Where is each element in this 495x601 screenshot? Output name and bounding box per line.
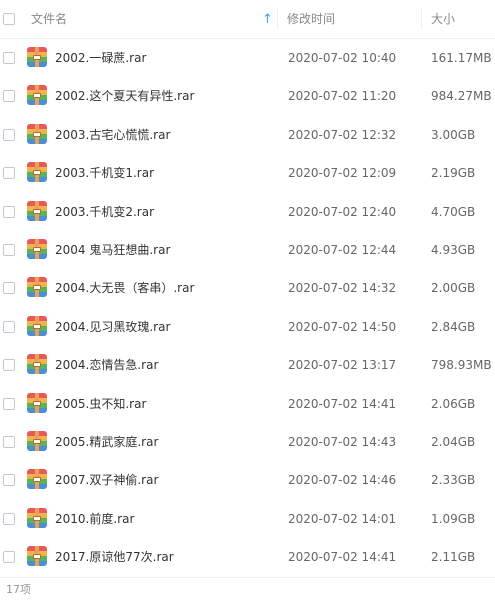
file-modified-date: 2020-07-02 14:46: [288, 473, 397, 488]
select-all-checkbox[interactable]: [3, 13, 15, 25]
file-row[interactable]: 2007.双子神偷.rar 2020-07-02 14:46 2.33GB: [0, 461, 495, 499]
file-name[interactable]: 2003.古宅心慌慌.rar: [55, 116, 170, 154]
row-checkbox[interactable]: [3, 128, 15, 141]
file-modified-date: 2020-07-02 13:17: [288, 358, 397, 373]
file-row[interactable]: 2010.前度.rar 2020-07-02 14:01 1.09GB: [0, 500, 495, 538]
file-row[interactable]: 2002.一碌蔗.rar 2020-07-02 10:40 161.17MB: [0, 39, 495, 77]
row-checkbox[interactable]: [3, 551, 15, 564]
rar-archive-icon: [27, 123, 47, 144]
file-modified-date: 2020-07-02 14:01: [288, 511, 397, 526]
file-size: 984.27MB: [431, 89, 492, 104]
file-modified-date: 2020-07-02 14:43: [288, 434, 397, 449]
column-header-name[interactable]: 文件名: [31, 0, 67, 38]
row-checkbox[interactable]: [3, 52, 15, 64]
file-name[interactable]: 2004.恋情告急.rar: [55, 346, 158, 384]
file-row[interactable]: 2004.恋情告急.rar 2020-07-02 13:17 798.93MB: [0, 346, 495, 384]
file-modified-date: 2020-07-02 10:40: [288, 51, 397, 65]
sort-ascending-icon[interactable]: ↑: [262, 12, 273, 27]
file-name[interactable]: 2005.精武家庭.rar: [55, 423, 158, 461]
file-size: 3.00GB: [431, 127, 476, 142]
rar-archive-icon: [27, 277, 47, 298]
file-modified-date: 2020-07-02 14:32: [288, 281, 397, 296]
file-size: 4.93GB: [431, 242, 476, 257]
rar-archive-icon: [27, 469, 47, 490]
file-modified-date: 2020-07-02 12:09: [288, 166, 397, 181]
file-modified-date: 2020-07-02 14:41: [288, 550, 397, 565]
file-size: 161.17MB: [431, 51, 492, 65]
row-checkbox[interactable]: [3, 474, 15, 487]
file-row[interactable]: 2004 鬼马狂想曲.rar 2020-07-02 12:44 4.93GB: [0, 231, 495, 269]
file-size: 2.00GB: [431, 281, 476, 296]
file-row[interactable]: 2004.见习黑玫瑰.rar 2020-07-02 14:50 2.84GB: [0, 308, 495, 346]
rar-archive-icon: [27, 430, 47, 451]
row-checkbox[interactable]: [3, 167, 15, 180]
file-row[interactable]: 2003.千机变1.rar 2020-07-02 12:09 2.19GB: [0, 154, 495, 192]
row-checkbox[interactable]: [3, 397, 15, 410]
file-row[interactable]: 2005.虫不知.rar 2020-07-02 14:41 2.06GB: [0, 385, 495, 423]
file-size: 2.06GB: [431, 396, 476, 411]
rar-archive-icon: [27, 47, 47, 67]
file-name[interactable]: 2017.原谅他77次.rar: [55, 538, 174, 576]
file-modified-date: 2020-07-02 14:41: [288, 396, 397, 411]
file-name[interactable]: 2007.双子神偷.rar: [55, 461, 158, 499]
file-modified-date: 2020-07-02 12:44: [288, 242, 397, 257]
file-modified-date: 2020-07-02 12:32: [288, 127, 397, 142]
file-row[interactable]: 2017.原谅他77次.rar 2020-07-02 14:41 2.11GB: [0, 538, 495, 576]
file-size: 2.11GB: [431, 550, 476, 565]
file-row[interactable]: 2003.古宅心慌慌.rar 2020-07-02 12:32 3.00GB: [0, 116, 495, 154]
file-row[interactable]: 2004.大无畏（客串）.rar 2020-07-02 14:32 2.00GB: [0, 269, 495, 307]
file-size: 2.33GB: [431, 473, 476, 488]
rar-archive-icon: [27, 162, 47, 183]
row-checkbox[interactable]: [3, 359, 15, 372]
rar-archive-icon: [27, 238, 47, 259]
file-name[interactable]: 2003.千机变2.rar: [55, 193, 154, 231]
rar-archive-icon: [27, 200, 47, 221]
file-list: 2002.一碌蔗.rar 2020-07-02 10:40 161.17MB 2002…: [0, 39, 495, 576]
row-checkbox[interactable]: [3, 435, 15, 448]
file-name[interactable]: 2010.前度.rar: [55, 500, 134, 538]
column-divider: [277, 8, 278, 30]
file-size: 2.19GB: [431, 166, 476, 181]
file-name[interactable]: 2002.一碌蔗.rar: [55, 39, 146, 77]
row-checkbox[interactable]: [3, 243, 15, 256]
file-modified-date: 2020-07-02 11:20: [288, 89, 397, 104]
rar-archive-icon: [27, 354, 47, 375]
rar-archive-icon: [27, 507, 47, 528]
rar-archive-icon: [27, 392, 47, 413]
file-name[interactable]: 2004 鬼马狂想曲.rar: [55, 231, 170, 269]
column-header-modified[interactable]: 修改时间: [287, 0, 335, 38]
file-size: 4.70GB: [431, 204, 476, 219]
rar-archive-icon: [27, 85, 47, 106]
rar-archive-icon: [27, 315, 47, 336]
row-checkbox[interactable]: [3, 282, 15, 295]
item-count: 17项: [6, 583, 31, 596]
file-name[interactable]: 2003.千机变1.rar: [55, 154, 154, 192]
file-list-header: 文件名 ↑ 修改时间 大小: [0, 0, 495, 39]
row-checkbox[interactable]: [3, 90, 15, 103]
row-checkbox[interactable]: [3, 512, 15, 525]
file-size: 1.09GB: [431, 511, 476, 526]
row-checkbox[interactable]: [3, 205, 15, 218]
status-bar: 17项: [0, 577, 495, 601]
column-header-size[interactable]: 大小: [431, 0, 455, 38]
file-name[interactable]: 2004.见习黑玫瑰.rar: [55, 308, 170, 346]
file-name[interactable]: 2004.大无畏（客串）.rar: [55, 269, 194, 307]
column-divider: [421, 8, 422, 30]
file-modified-date: 2020-07-02 14:50: [288, 319, 397, 334]
file-row[interactable]: 2005.精武家庭.rar 2020-07-02 14:43 2.04GB: [0, 423, 495, 461]
file-size: 2.04GB: [431, 434, 476, 449]
rar-archive-icon: [27, 546, 47, 567]
row-checkbox[interactable]: [3, 320, 15, 333]
file-size: 2.84GB: [431, 319, 476, 334]
file-size: 798.93MB: [431, 358, 492, 373]
file-row[interactable]: 2003.千机变2.rar 2020-07-02 12:40 4.70GB: [0, 193, 495, 231]
file-name[interactable]: 2005.虫不知.rar: [55, 385, 146, 423]
file-modified-date: 2020-07-02 12:40: [288, 204, 397, 219]
file-name[interactable]: 2002.这个夏天有异性.rar: [55, 77, 194, 115]
file-row[interactable]: 2002.这个夏天有异性.rar 2020-07-02 11:20 984.27MB: [0, 77, 495, 115]
